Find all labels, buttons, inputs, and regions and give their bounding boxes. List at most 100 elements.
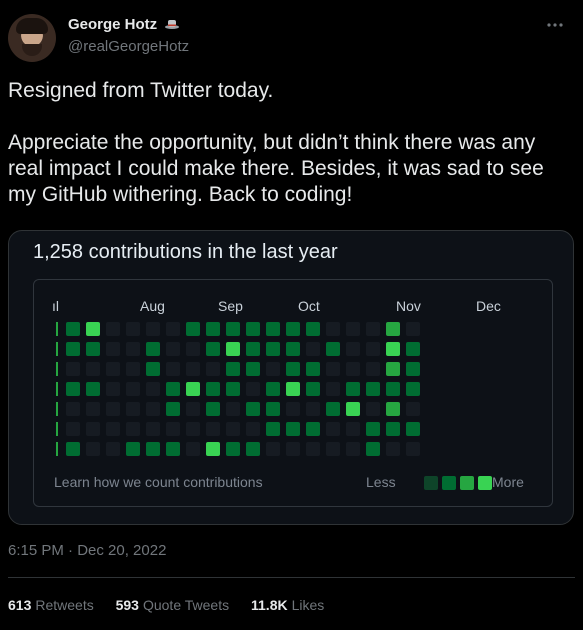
contribution-cell[interactable] — [326, 322, 340, 336]
contribution-cell[interactable] — [166, 322, 180, 336]
contribution-cell[interactable] — [266, 422, 280, 436]
contribution-cell[interactable] — [56, 382, 58, 396]
contribution-cell[interactable] — [406, 422, 420, 436]
contribution-cell[interactable] — [126, 442, 140, 456]
contribution-cell[interactable] — [146, 402, 160, 416]
contribution-cell[interactable] — [406, 382, 420, 396]
contribution-cell[interactable] — [206, 362, 220, 376]
contribution-cell[interactable] — [286, 342, 300, 356]
contribution-cell[interactable] — [66, 382, 80, 396]
contribution-cell[interactable] — [206, 422, 220, 436]
contribution-cell[interactable] — [206, 342, 220, 356]
contribution-cell[interactable] — [126, 422, 140, 436]
contribution-cell[interactable] — [146, 422, 160, 436]
contribution-cell[interactable] — [346, 422, 360, 436]
contribution-graph-image[interactable]: 1,258 contributions in the last year ıl … — [8, 230, 574, 525]
contribution-cell[interactable] — [146, 442, 160, 456]
contribution-cell[interactable] — [286, 402, 300, 416]
contribution-cell[interactable] — [406, 362, 420, 376]
contribution-cell[interactable] — [146, 382, 160, 396]
contribution-cell[interactable] — [386, 402, 400, 416]
contribution-cell[interactable] — [106, 362, 120, 376]
contribution-cell[interactable] — [246, 382, 260, 396]
contribution-cell[interactable] — [226, 342, 240, 356]
contribution-cell[interactable] — [286, 322, 300, 336]
contribution-cell[interactable] — [366, 362, 380, 376]
contribution-cell[interactable] — [66, 322, 80, 336]
contribution-cell[interactable] — [86, 402, 100, 416]
contribution-cell[interactable] — [286, 362, 300, 376]
contribution-cell[interactable] — [226, 442, 240, 456]
contribution-cell[interactable] — [106, 402, 120, 416]
contribution-cell[interactable] — [306, 322, 320, 336]
contribution-cell[interactable] — [246, 402, 260, 416]
contribution-cell[interactable] — [106, 442, 120, 456]
contribution-cell[interactable] — [106, 322, 120, 336]
contribution-cell[interactable] — [386, 342, 400, 356]
contribution-cell[interactable] — [306, 402, 320, 416]
contribution-cell[interactable] — [206, 382, 220, 396]
contribution-cell[interactable] — [346, 322, 360, 336]
contribution-cell[interactable] — [186, 322, 200, 336]
contribution-cell[interactable] — [166, 362, 180, 376]
contribution-cell[interactable] — [246, 342, 260, 356]
tweet-timestamp[interactable]: 6:15 PM · Dec 20, 2022 — [8, 542, 166, 559]
contribution-cell[interactable] — [266, 322, 280, 336]
learn-contributions-link[interactable]: Learn how we count contributions — [54, 474, 263, 490]
contribution-cell[interactable] — [366, 402, 380, 416]
contribution-cell[interactable] — [346, 442, 360, 456]
contribution-cell[interactable] — [186, 342, 200, 356]
contribution-cell[interactable] — [406, 322, 420, 336]
more-options-icon[interactable] — [543, 14, 567, 38]
contribution-cell[interactable] — [126, 322, 140, 336]
contribution-cell[interactable] — [406, 402, 420, 416]
contribution-cell[interactable] — [166, 382, 180, 396]
contribution-cell[interactable] — [86, 442, 100, 456]
contribution-cell[interactable] — [346, 382, 360, 396]
contribution-cell[interactable] — [386, 422, 400, 436]
contribution-cell[interactable] — [306, 382, 320, 396]
avatar[interactable] — [8, 14, 56, 62]
contribution-cell[interactable] — [246, 362, 260, 376]
contribution-cell[interactable] — [386, 442, 400, 456]
contribution-cell[interactable] — [246, 322, 260, 336]
contribution-cell[interactable] — [246, 442, 260, 456]
contribution-cell[interactable] — [346, 362, 360, 376]
likes-stat[interactable]: 11.8K Likes — [251, 597, 324, 613]
contribution-cell[interactable] — [86, 362, 100, 376]
contribution-cell[interactable] — [346, 342, 360, 356]
contribution-cell[interactable] — [226, 362, 240, 376]
contribution-cell[interactable] — [86, 342, 100, 356]
contribution-cell[interactable] — [166, 422, 180, 436]
contribution-cell[interactable] — [406, 342, 420, 356]
contribution-cell[interactable] — [386, 382, 400, 396]
contribution-cell[interactable] — [66, 342, 80, 356]
contribution-cell[interactable] — [86, 382, 100, 396]
contribution-cell[interactable] — [106, 382, 120, 396]
contribution-cell[interactable] — [306, 342, 320, 356]
contribution-cell[interactable] — [366, 422, 380, 436]
contribution-cell[interactable] — [186, 422, 200, 436]
contribution-cell[interactable] — [286, 382, 300, 396]
contribution-cell[interactable] — [126, 342, 140, 356]
contribution-cell[interactable] — [266, 342, 280, 356]
contribution-cell[interactable] — [366, 442, 380, 456]
author-name[interactable]: George Hotz — [68, 16, 180, 33]
contribution-cell[interactable] — [226, 402, 240, 416]
contribution-cell[interactable] — [266, 382, 280, 396]
contribution-cell[interactable] — [66, 422, 80, 436]
contribution-cell[interactable] — [146, 322, 160, 336]
contribution-cell[interactable] — [206, 402, 220, 416]
contribution-cell[interactable] — [306, 422, 320, 436]
contribution-cell[interactable] — [326, 382, 340, 396]
contribution-cell[interactable] — [56, 362, 58, 376]
contribution-cell[interactable] — [56, 442, 58, 456]
contribution-cell[interactable] — [126, 362, 140, 376]
contribution-cell[interactable] — [66, 442, 80, 456]
contribution-cell[interactable] — [306, 442, 320, 456]
contribution-cell[interactable] — [56, 422, 58, 436]
contribution-cell[interactable] — [56, 402, 58, 416]
contribution-cell[interactable] — [266, 402, 280, 416]
contribution-cell[interactable] — [186, 362, 200, 376]
contribution-cell[interactable] — [146, 362, 160, 376]
